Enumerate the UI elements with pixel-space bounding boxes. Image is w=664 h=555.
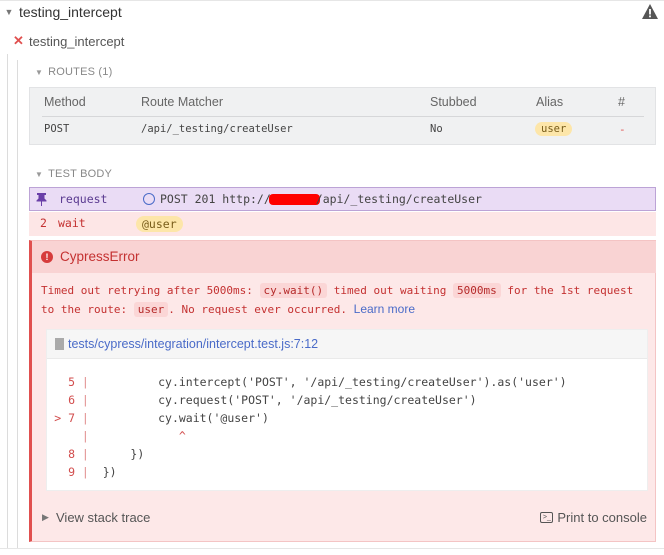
error-code: cy.wait()	[259, 283, 328, 298]
column-header-route-matcher: Route Matcher	[141, 95, 223, 109]
error-code: user	[133, 302, 169, 317]
command-wait[interactable]: 2 wait @user	[29, 212, 656, 236]
terminal-icon: >_	[540, 512, 554, 523]
gutter-bar: |	[75, 393, 96, 407]
code-line: 9 | })	[47, 465, 117, 479]
column-header-count: #	[618, 95, 625, 109]
gutter-bar: |	[75, 465, 96, 479]
route-matcher: /api/_testing/createUser	[141, 123, 293, 135]
line-number: > 7	[54, 411, 75, 425]
line-number	[47, 429, 75, 443]
redacted-host	[268, 194, 320, 205]
command-number: 2	[40, 216, 47, 230]
indent-guide	[17, 60, 18, 549]
code-file-bar: tests/cypress/integration/intercept.test…	[47, 330, 647, 359]
error-name: CypressError	[60, 249, 140, 264]
request-message-suffix: /api/_testing/createUser	[315, 192, 482, 206]
test-title: testing_intercept	[29, 33, 125, 49]
chevron-down-icon[interactable]: ▼	[4, 7, 14, 17]
error-panel: ! CypressError Timed out retrying after …	[29, 240, 656, 542]
gutter-bar: |	[75, 447, 96, 461]
test-body-label: TEST BODY	[48, 168, 113, 180]
print-to-console-label: Print to console	[557, 510, 647, 525]
learn-more-link[interactable]: Learn more	[354, 302, 415, 316]
code-line: 6 | cy.request('POST', '/api/_testing/cr…	[47, 393, 477, 407]
suite-title: testing_intercept	[19, 4, 122, 20]
code-text: })	[95, 465, 117, 479]
table-divider	[42, 116, 644, 117]
line-number: 5	[54, 375, 75, 389]
code-text: ^	[95, 429, 186, 443]
error-msg-text: Timed out retrying after 5000ms:	[41, 284, 260, 297]
code-text: cy.intercept('POST', '/api/_testing/crea…	[95, 375, 567, 389]
print-to-console-button[interactable]: >_ Print to console	[540, 510, 647, 525]
gutter-bar: |	[75, 375, 96, 389]
route-count: -	[619, 123, 626, 136]
bottom-divider	[0, 548, 664, 549]
test-body-section-toggle[interactable]: ▼ TEST BODY	[35, 168, 112, 180]
route-alias-badge: user	[535, 122, 573, 136]
wait-alias-badge: @user	[136, 216, 183, 232]
command-name: request	[59, 192, 108, 206]
code-text: cy.wait('@user')	[95, 411, 269, 425]
error-msg-text: timed out waiting	[327, 284, 453, 297]
routes-label: ROUTES (1)	[48, 66, 113, 78]
indent-guide	[7, 54, 8, 549]
line-number: 6	[54, 393, 75, 407]
view-stack-trace-button[interactable]: View stack trace	[56, 510, 150, 525]
column-header-stubbed: Stubbed	[430, 95, 477, 109]
error-header: ! CypressError	[32, 241, 656, 273]
column-header-method: Method	[44, 95, 86, 109]
error-msg-text: . No request ever occurred.	[168, 303, 354, 316]
column-header-alias: Alias	[536, 95, 564, 109]
code-line: 8 | })	[47, 447, 144, 461]
code-frame: tests/cypress/integration/intercept.test…	[46, 329, 648, 491]
command-name: wait	[58, 216, 86, 230]
routes-section-toggle[interactable]: ▼ ROUTES (1)	[35, 66, 112, 78]
file-icon	[55, 338, 64, 350]
command-message: POST 201 http:// /api/_testing/createUser	[160, 192, 482, 206]
chevron-down-icon: ▼	[35, 68, 44, 77]
route-method: POST	[44, 123, 70, 135]
error-code: 5000ms	[453, 283, 501, 298]
line-number: 9	[54, 465, 75, 479]
command-request[interactable]: request POST 201 http:// /api/_testing/cr…	[29, 187, 656, 211]
route-stubbed: No	[430, 123, 443, 135]
chevron-right-icon[interactable]: ▶	[42, 512, 49, 523]
warning-icon[interactable]	[641, 3, 659, 21]
chevron-down-icon: ▼	[35, 170, 44, 179]
pin-icon	[36, 193, 47, 206]
code-line: | ^	[47, 429, 186, 443]
fail-x-icon: ✕	[13, 33, 24, 48]
code-text: cy.request('POST', '/api/_testing/create…	[95, 393, 477, 407]
code-line: 5 | cy.intercept('POST', '/api/_testing/…	[47, 375, 567, 389]
routes-table: Method Route Matcher Stubbed Alias # POS…	[29, 87, 656, 145]
suite-header[interactable]: ▼ testing_intercept	[0, 0, 664, 24]
line-number: 8	[54, 447, 75, 461]
stack-trace-row: ▶ View stack trace >_ Print to console	[32, 503, 656, 533]
gutter-bar: |	[75, 411, 96, 425]
file-path-link[interactable]: tests/cypress/integration/intercept.test…	[68, 337, 318, 351]
test-header[interactable]: ✕ testing_intercept	[0, 28, 664, 54]
error-message: Timed out retrying after 5000ms: cy.wait…	[41, 282, 651, 319]
gutter-bar: |	[75, 429, 96, 443]
error-icon: !	[41, 251, 53, 263]
code-line: > 7 | cy.wait('@user')	[47, 411, 269, 425]
code-text: })	[95, 447, 145, 461]
pending-circle-icon	[143, 193, 155, 205]
request-message-prefix: POST 201 http://	[160, 192, 271, 206]
